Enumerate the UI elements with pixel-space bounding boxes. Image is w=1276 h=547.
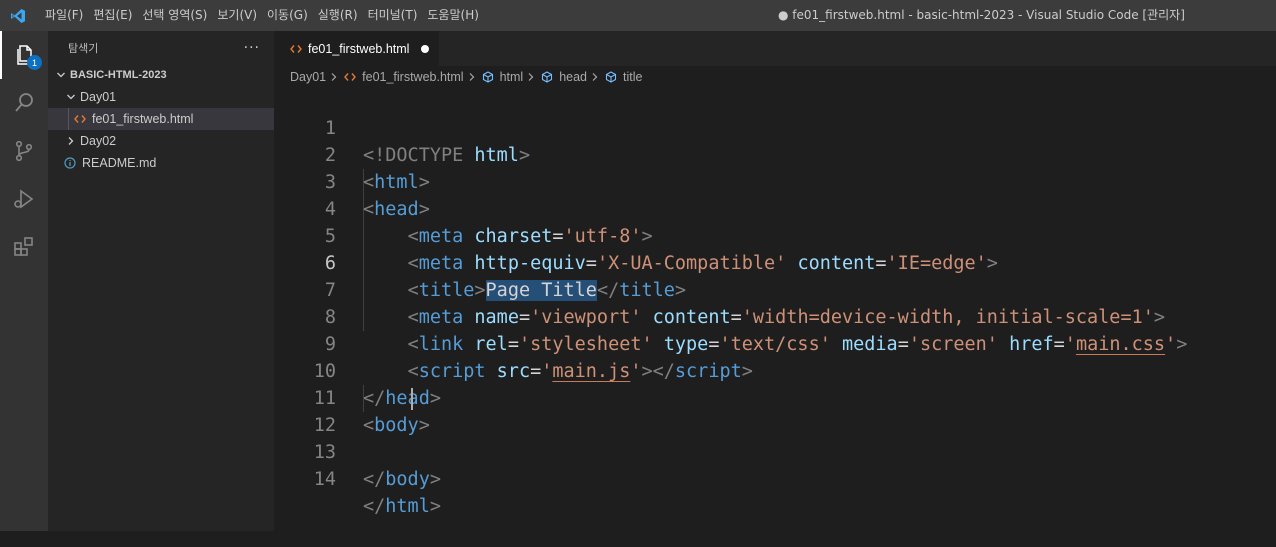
line-content: </html> [363,496,441,517]
file-label: fe01_firstweb.html [92,112,194,126]
breadcrumb-file-label: fe01_firstweb.html [362,70,464,84]
breadcrumb: Day01 fe01_firstweb.html html head title [274,66,1276,88]
tab-label: fe01_firstweb.html [308,41,410,56]
code-line: 14 </html> [274,439,1276,517]
editor-area: fe01_firstweb.html Day01 fe01_firstweb.h… [274,31,1276,531]
folder-label: Day01 [80,90,117,104]
source-control-icon[interactable] [0,127,48,175]
code-line: 13 </body> [274,412,1276,490]
chevron-down-icon [64,92,78,102]
line-content: </body> [363,469,441,490]
line-number: 14 [313,469,336,490]
breadcrumb-title[interactable]: title [603,70,642,84]
chevron-right-icon [591,72,599,82]
folder-label: Day02 [80,134,117,148]
code-line: 6 <title>Page Title</title> [274,223,1276,301]
code-line: 1 <!DOCTYPE html> [274,88,1276,166]
menu-terminal[interactable]: 터미널(T) [363,0,423,31]
explorer-icon[interactable]: 1 [0,31,48,79]
code-editor[interactable]: 1 <!DOCTYPE html> 2 <html> 3 <head> 4 <m… [274,88,1276,517]
breadcrumb-html-label: html [499,70,524,84]
code-line: 10 </head> [274,331,1276,409]
code-line: 9 <script src='main.js'></script> [274,304,1276,382]
run-debug-icon[interactable] [0,175,48,223]
code-line: 4 <meta charset='utf-8'> [274,169,1276,247]
sidebar-title: 탐색기 [68,41,99,55]
folder-day01[interactable]: Day01 [48,86,274,108]
menu-view[interactable]: 보기(V) [212,0,262,31]
menu-go[interactable]: 이동(G) [262,0,313,31]
activity-bar: 1 [0,31,48,531]
element-icon [480,71,496,83]
chevron-right-icon [64,136,78,146]
vscode-logo-icon [8,6,28,26]
breadcrumb-html[interactable]: html [480,70,524,84]
element-icon [603,71,619,83]
title-bar: 파일(F) 편집(E) 선택 영역(S) 보기(V) 이동(G) 실행(R) 터… [0,0,1276,31]
chevron-right-icon [468,72,476,82]
indent-guide [363,385,364,412]
menu-run[interactable]: 실행(R) [313,0,363,31]
text-cursor [411,388,413,410]
breadcrumb-title-label: title [623,70,643,84]
more-actions-icon[interactable]: ··· [244,40,260,56]
html-file-icon [72,114,88,124]
folder-day02[interactable]: Day02 [48,130,274,152]
breadcrumb-folder[interactable]: Day01 [290,70,326,84]
html-file-icon [288,44,304,54]
code-line: 2 <html> [274,115,1276,193]
menu-selection[interactable]: 선택 영역(S) [137,0,212,31]
code-line: 8 <link rel='stylesheet' type='text/css'… [274,277,1276,355]
file-label: README.md [82,156,157,170]
code-line: 3 <head> [274,142,1276,220]
breadcrumb-head-label: head [559,70,588,84]
file-readme[interactable]: README.md [48,152,274,174]
file-fe01-firstweb[interactable]: fe01_firstweb.html [48,108,274,130]
chevron-right-icon [330,72,338,82]
menu-help[interactable]: 도움말(H) [422,0,484,31]
unsaved-dot-icon[interactable] [421,44,430,53]
chevron-down-icon [54,70,68,80]
menu-file[interactable]: 파일(F) [40,0,88,31]
workspace-root-label: BASIC-HTML-2023 [70,69,167,81]
extensions-icon[interactable] [0,223,48,271]
html-file-icon [342,72,358,82]
workspace-root[interactable]: BASIC-HTML-2023 [48,64,274,86]
search-icon[interactable] [0,79,48,127]
code-line: 5 <meta http-equiv='X-UA-Compatible' con… [274,196,1276,274]
window-title: ● fe01_firstweb.html - basic-html-2023 -… [778,8,1185,22]
sidebar-header: 탐색기 ··· [48,31,274,64]
code-line: 11 <body> [274,358,1276,436]
chevron-right-icon [527,72,535,82]
tab-bar: fe01_firstweb.html [274,31,1276,66]
element-icon [539,71,555,83]
code-line: 7 <meta name='viewport' content='width=d… [274,250,1276,328]
explorer-badge: 1 [27,55,42,70]
explorer-sidebar: 탐색기 ··· BASIC-HTML-2023 Day01 fe01_first… [48,31,274,531]
menu-bar: 파일(F) 편집(E) 선택 영역(S) 보기(V) 이동(G) 실행(R) 터… [40,0,484,31]
breadcrumb-head[interactable]: head [539,70,587,84]
menu-edit[interactable]: 편집(E) [88,0,137,31]
breadcrumb-file[interactable]: fe01_firstweb.html [342,70,464,84]
code-line: 12 [274,385,1276,436]
tab-fe01-firstweb[interactable]: fe01_firstweb.html [274,31,440,66]
tree-indent-guide [68,108,69,130]
info-icon [62,157,78,169]
